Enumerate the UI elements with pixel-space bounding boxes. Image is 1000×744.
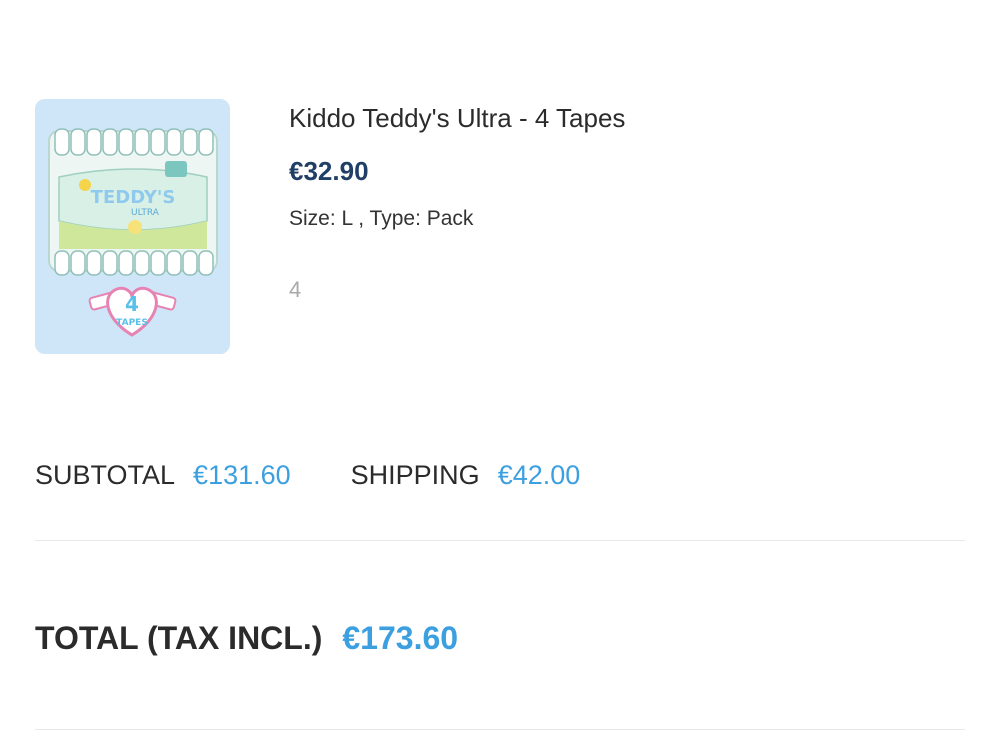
- shipping-label: SHIPPING: [350, 460, 480, 490]
- divider: [35, 540, 965, 541]
- cart-total: TOTAL (TAX INCL.) €173.60: [35, 620, 458, 657]
- shipping-value: €42.00: [497, 460, 581, 490]
- product-image[interactable]: TEDDY'S ULTRA 4 TAPES: [35, 99, 230, 354]
- product-name[interactable]: Kiddo Teddy's Ultra - 4 Tapes: [289, 103, 625, 134]
- cart-summary: SUBTOTAL €131.60 SHIPPING €42.00: [35, 460, 580, 500]
- product-price: €32.90: [289, 156, 369, 186]
- svg-text:4: 4: [125, 292, 139, 316]
- diaper-pack-illustration: TEDDY'S ULTRA 4 TAPES: [35, 99, 230, 354]
- svg-text:TAPES: TAPES: [116, 318, 148, 328]
- svg-text:TEDDY'S: TEDDY'S: [91, 187, 176, 208]
- total-label: TOTAL (TAX INCL.): [35, 620, 323, 656]
- total-value: €173.60: [342, 620, 459, 656]
- svg-text:ULTRA: ULTRA: [131, 208, 160, 218]
- divider: [35, 729, 965, 730]
- product-quantity: 4: [289, 277, 302, 302]
- subtotal-label: SUBTOTAL: [35, 460, 176, 490]
- product-attributes: Size: L , Type: Pack: [289, 207, 474, 230]
- cart-product-item: TEDDY'S ULTRA 4 TAPES Kiddo Teddy's Ultr…: [35, 99, 965, 355]
- subtotal-value: €131.60: [193, 460, 291, 490]
